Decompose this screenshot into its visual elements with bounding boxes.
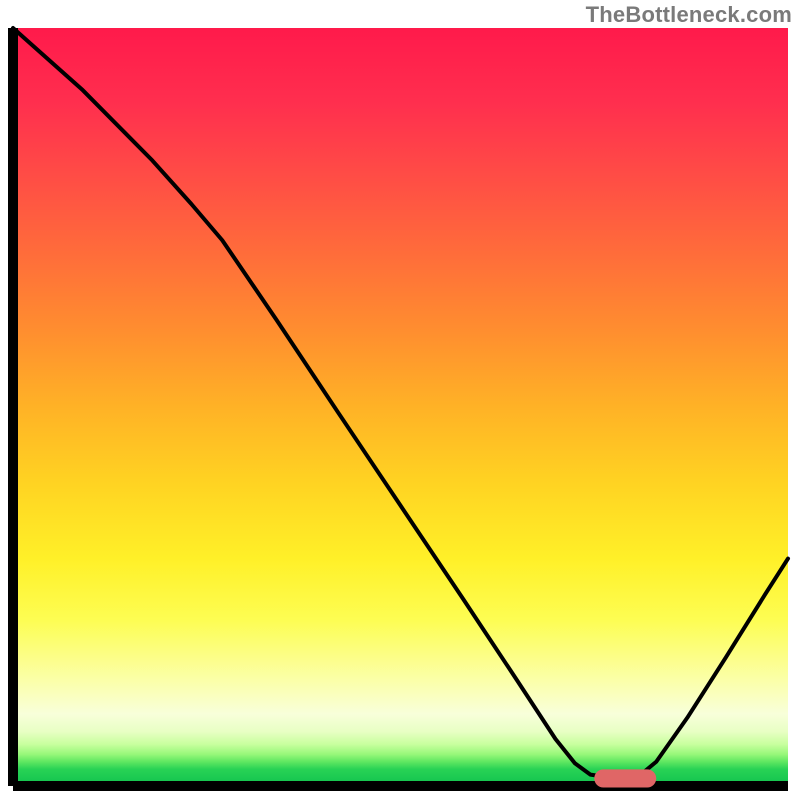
bottleneck-chart: TheBottleneck.com [0,0,800,800]
plot-background [13,28,788,786]
watermark-text: TheBottleneck.com [586,2,792,28]
chart-canvas [0,0,800,800]
optimal-marker [594,769,656,787]
